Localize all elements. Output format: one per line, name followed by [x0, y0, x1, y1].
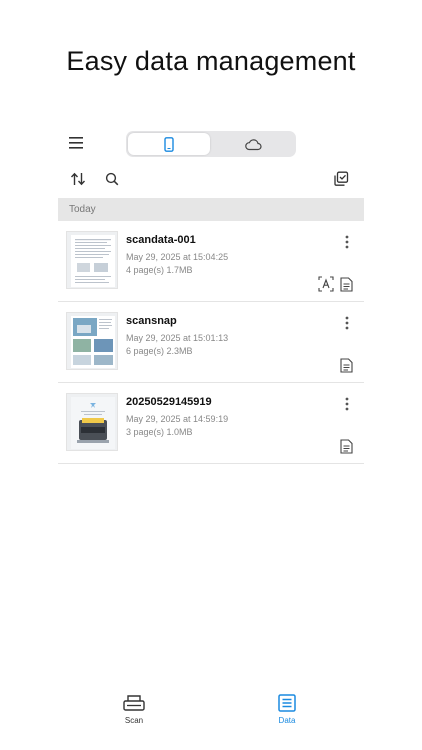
- section-header-today: Today: [58, 198, 364, 221]
- document-thumbnail: [66, 393, 118, 451]
- list-item[interactable]: scandata-001 May 29, 2025 at 15:04:25 4 …: [58, 221, 364, 302]
- cloud-icon: [245, 138, 262, 150]
- item-title: 20250529145919: [126, 396, 212, 408]
- segment-cloud[interactable]: [212, 133, 294, 155]
- document-thumbnail: [66, 231, 118, 289]
- tab-data-label: Data: [278, 716, 296, 725]
- item-size: 4 page(s) 1.7MB: [126, 265, 193, 275]
- tab-scan[interactable]: Scan: [104, 694, 164, 725]
- item-size: 3 page(s) 1.0MB: [126, 427, 193, 437]
- document-thumbnail: [66, 312, 118, 370]
- storage-segmented-control: [126, 131, 296, 157]
- list-item[interactable]: scansnap May 29, 2025 at 15:01:13 6 page…: [58, 302, 364, 383]
- menu-icon[interactable]: [68, 136, 84, 150]
- item-date: May 29, 2025 at 15:01:13: [126, 333, 229, 343]
- data-list-icon: [278, 694, 296, 712]
- segment-device[interactable]: [128, 133, 210, 155]
- scanner-icon: [123, 695, 145, 711]
- item-title: scansnap: [126, 315, 177, 327]
- more-options-icon[interactable]: [342, 234, 352, 250]
- document-icon: [338, 357, 354, 373]
- search-icon[interactable]: [104, 171, 120, 187]
- item-date: May 29, 2025 at 15:04:25: [126, 252, 229, 262]
- item-title: scandata-001: [126, 234, 196, 246]
- sort-icon[interactable]: [70, 171, 86, 187]
- format-badges: [318, 276, 354, 292]
- list-item[interactable]: 20250529145919 May 29, 2025 at 14:59:19 …: [58, 383, 364, 464]
- item-date: May 29, 2025 at 14:59:19: [126, 414, 229, 424]
- document-icon: [338, 438, 354, 454]
- format-badges: [338, 438, 354, 454]
- more-options-icon[interactable]: [342, 396, 352, 412]
- more-options-icon[interactable]: [342, 315, 352, 331]
- ocr-text-icon: [318, 276, 334, 292]
- select-multiple-icon[interactable]: [332, 170, 350, 188]
- list-actions-row: [58, 170, 364, 190]
- tab-data[interactable]: Data: [257, 694, 317, 725]
- tab-scan-label: Scan: [124, 716, 144, 725]
- bottom-tab-bar: Scan Data: [0, 686, 422, 750]
- top-toolbar: [58, 130, 364, 158]
- format-badges: [338, 357, 354, 373]
- scan-data-list: scandata-001 May 29, 2025 at 15:04:25 4 …: [58, 221, 364, 464]
- app-screen: Easy data management Today scandata-001 …: [0, 0, 422, 750]
- phone-icon: [164, 136, 174, 152]
- document-icon: [338, 276, 354, 292]
- page-title: Easy data management: [66, 46, 356, 76]
- item-size: 6 page(s) 2.3MB: [126, 346, 193, 356]
